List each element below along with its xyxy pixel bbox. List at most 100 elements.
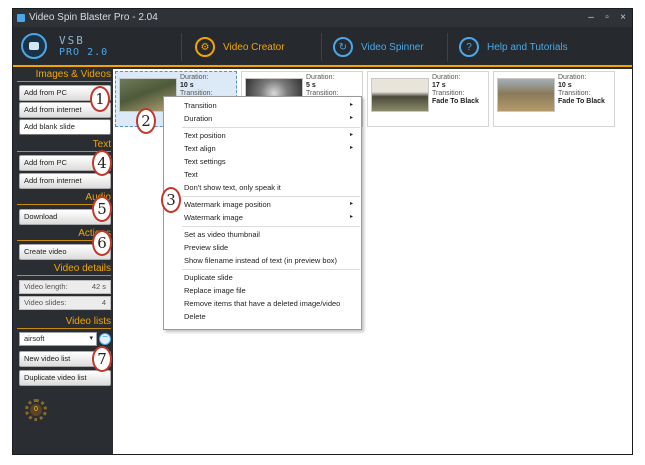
callout-marker: 7 bbox=[92, 346, 112, 372]
slide-info: Duration: 17 s Transition: Fade To Black bbox=[432, 74, 479, 106]
menu-item-text[interactable]: Text bbox=[164, 168, 361, 181]
video-length-value: 42 s bbox=[91, 282, 106, 291]
logo-text-top: VSB bbox=[59, 34, 85, 47]
menu-separator bbox=[182, 127, 360, 128]
video-length-field: Video length: 42 s bbox=[19, 280, 111, 294]
remove-list-icon[interactable]: − bbox=[99, 333, 111, 345]
duration-label: Duration: bbox=[558, 74, 587, 81]
menu-item-duplicate-slide[interactable]: Duplicate slide bbox=[164, 271, 361, 284]
video-list-selected: airsoft bbox=[24, 334, 45, 343]
chevron-right-icon: ▸ bbox=[349, 214, 353, 220]
question-circle-icon: ? bbox=[459, 37, 479, 57]
video-length-label: Video length: bbox=[24, 282, 68, 291]
menu-item-replace-image[interactable]: Replace image file bbox=[164, 284, 361, 297]
tab-help-tutorials[interactable]: ? Help and Tutorials bbox=[459, 31, 568, 63]
tab-video-creator-label: Video Creator bbox=[223, 41, 285, 53]
section-title-lists: Video lists bbox=[65, 316, 111, 327]
duration-value: 10 s bbox=[558, 82, 572, 89]
video-list-select[interactable]: airsoft ▾ bbox=[19, 332, 97, 346]
menu-separator bbox=[182, 269, 360, 270]
callout-marker: 4 bbox=[92, 150, 112, 176]
slide-context-menu: Transition ▸ Duration ▸ Text position ▸ Tex… bbox=[163, 96, 362, 330]
video-slides-label: Video slides: bbox=[24, 298, 67, 307]
duration-value: 10 s bbox=[180, 82, 194, 89]
menu-separator bbox=[182, 196, 360, 197]
duration-value: 17 s bbox=[432, 82, 446, 89]
duplicate-video-list-button[interactable]: Duplicate video list bbox=[19, 370, 111, 386]
window-title: Video Spin Blaster Pro - 2.04 bbox=[29, 12, 158, 23]
menu-item-text-position[interactable]: Text position ▸ bbox=[164, 129, 361, 142]
menu-item-duration[interactable]: Duration ▸ bbox=[164, 112, 361, 125]
chevron-right-icon: ▸ bbox=[349, 201, 353, 207]
menu-item-text-align[interactable]: Text align ▸ bbox=[164, 142, 361, 155]
chevron-right-icon: ▸ bbox=[349, 102, 353, 108]
tab-video-creator[interactable]: ⚙ Video Creator bbox=[195, 31, 285, 63]
section-title-images: Images & Videos bbox=[35, 69, 111, 80]
menu-item-watermark-image[interactable]: Watermark image ▸ bbox=[164, 211, 361, 224]
duration-value: 5 s bbox=[306, 82, 316, 89]
menu-item-remove-deleted[interactable]: Remove items that have a deleted image/v… bbox=[164, 297, 361, 310]
tab-video-spinner[interactable]: ↻ Video Spinner bbox=[333, 31, 424, 63]
duration-label: Duration: bbox=[180, 74, 209, 81]
menu-item-set-thumbnail[interactable]: Set as video thumbnail bbox=[164, 228, 361, 241]
duration-label: Duration: bbox=[306, 74, 335, 81]
gear-circle-icon: ⚙ bbox=[195, 37, 215, 57]
transition-label: Transition: bbox=[432, 90, 465, 97]
slide-card[interactable]: Duration: 17 s Transition: Fade To Black bbox=[367, 71, 489, 127]
slide-info: Duration: 10 s Transition: Fade To Black bbox=[558, 74, 605, 106]
menu-item-preview-slide[interactable]: Preview slide bbox=[164, 241, 361, 254]
settings-gear-icon[interactable]: 0 bbox=[25, 399, 47, 421]
add-blank-slide-button[interactable]: Add blank slide bbox=[19, 119, 111, 135]
sidebar: Images & Videos Add from PC Add from int… bbox=[15, 69, 113, 454]
chevron-down-icon: ▾ bbox=[89, 335, 93, 342]
menu-item-speak-text[interactable]: Don't show text, only speak it bbox=[164, 181, 361, 194]
slide-thumbnail bbox=[497, 78, 555, 112]
add-text-from-internet-button[interactable]: Add from internet bbox=[19, 173, 111, 189]
menu-item-delete[interactable]: Delete bbox=[164, 310, 361, 323]
chevron-right-icon: ▸ bbox=[349, 115, 353, 121]
tab-video-spinner-label: Video Spinner bbox=[361, 41, 424, 53]
menu-item-watermark-position[interactable]: Watermark image position ▸ bbox=[164, 198, 361, 211]
chevron-right-icon: ▸ bbox=[349, 145, 353, 151]
app-logo: VSB PRO 2.0 bbox=[19, 31, 127, 63]
callout-marker: 2 bbox=[136, 108, 156, 134]
section-divider bbox=[17, 275, 111, 276]
callout-marker: 5 bbox=[92, 196, 112, 222]
callout-marker: 1 bbox=[90, 86, 110, 112]
section-title-text: Text bbox=[92, 139, 111, 150]
video-slides-value: 4 bbox=[101, 298, 106, 307]
menu-item-transition[interactable]: Transition ▸ bbox=[164, 99, 361, 112]
menu-separator bbox=[182, 226, 360, 227]
maximize-button[interactable]: ▫ bbox=[600, 9, 614, 27]
slide-info: Duration: 10 s Transition: bbox=[180, 74, 212, 98]
menu-item-text-settings[interactable]: Text settings bbox=[164, 155, 361, 168]
chevron-right-icon: ▸ bbox=[349, 132, 353, 138]
section-title-details: Video details bbox=[53, 263, 111, 274]
duration-label: Duration: bbox=[432, 74, 461, 81]
header-divider bbox=[447, 33, 448, 61]
header-bar: VSB PRO 2.0 ⚙ Video Creator ↻ Video Spin… bbox=[13, 27, 632, 67]
logo-camera-icon bbox=[21, 33, 47, 59]
transition-value: Fade To Black bbox=[558, 98, 605, 105]
slide-thumbnail bbox=[371, 78, 429, 112]
menu-item-show-filename[interactable]: Show filename instead of text (in previe… bbox=[164, 254, 361, 267]
logo-text-bottom: PRO 2.0 bbox=[59, 47, 109, 58]
transition-label: Transition: bbox=[558, 90, 591, 97]
gear-value: 0 bbox=[30, 404, 42, 416]
spin-arrows-icon: ↻ bbox=[333, 37, 353, 57]
transition-value: Fade To Black bbox=[432, 98, 479, 105]
close-button[interactable]: × bbox=[616, 9, 630, 27]
tab-help-tutorials-label: Help and Tutorials bbox=[487, 41, 568, 53]
header-divider bbox=[321, 33, 322, 61]
title-bar: Video Spin Blaster Pro - 2.04 – ▫ × bbox=[13, 9, 632, 27]
header-divider bbox=[181, 33, 182, 61]
slide-card[interactable]: Duration: 10 s Transition: Fade To Black bbox=[493, 71, 615, 127]
video-slides-field: Video slides: 4 bbox=[19, 296, 111, 310]
app-icon bbox=[17, 14, 25, 22]
minimize-button[interactable]: – bbox=[584, 9, 598, 27]
callout-marker: 3 bbox=[161, 187, 181, 213]
section-divider bbox=[17, 81, 111, 82]
slide-info: Duration: 5 s Transition: bbox=[306, 74, 338, 98]
callout-marker: 6 bbox=[92, 230, 112, 256]
section-divider bbox=[17, 328, 111, 329]
